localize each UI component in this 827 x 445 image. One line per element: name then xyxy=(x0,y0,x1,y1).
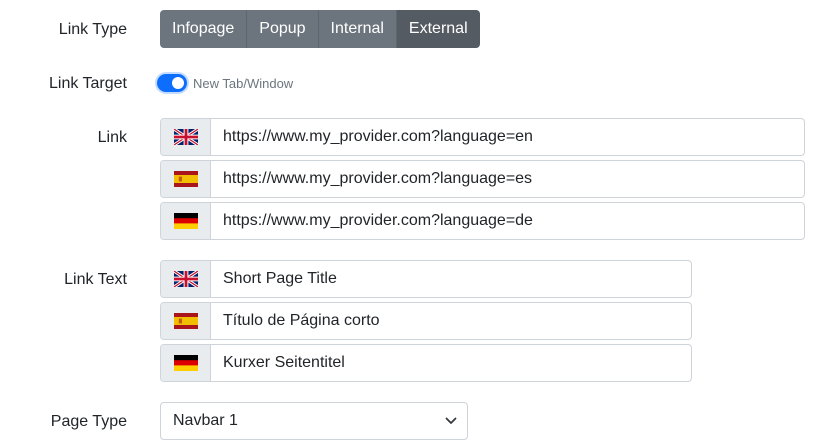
link-text-de-input[interactable]: Kurxer Seitentitel xyxy=(211,345,691,381)
link-url-en-input[interactable]: https://www.my_provider.com?language=en xyxy=(211,119,804,155)
germany-flag-icon xyxy=(173,355,198,371)
link-text-label: Link Text xyxy=(64,271,127,288)
link-type-popup-button[interactable]: Popup xyxy=(247,10,319,48)
link-input-group-es: https://www.my_provider.com?language=es xyxy=(160,160,805,198)
link-url-de-input[interactable]: https://www.my_provider.com?language=de xyxy=(211,203,804,239)
germany-flag-icon xyxy=(173,213,198,229)
link-text-es-input[interactable]: Título de Página corto xyxy=(211,303,691,339)
link-input-group-en: https://www.my_provider.com?language=en xyxy=(160,118,805,156)
flag-addon xyxy=(161,303,211,339)
link-text-input-group-de: Kurxer Seitentitel xyxy=(160,344,692,382)
spain-flag-icon xyxy=(173,313,198,329)
link-text-input-group-es: Título de Página corto xyxy=(160,302,692,340)
link-type-button-group: Infopage Popup Internal External xyxy=(160,10,480,48)
new-tab-switch-label: New Tab/Window xyxy=(193,76,294,91)
link-text-input-group-en: Short Page Title xyxy=(160,260,692,298)
switch-knob xyxy=(172,77,184,89)
new-tab-switch[interactable] xyxy=(157,74,187,92)
link-type-infopage-button[interactable]: Infopage xyxy=(160,10,248,48)
link-settings-form: Link Type Infopage Popup Internal Extern… xyxy=(0,0,827,445)
link-target-label: Link Target xyxy=(49,75,127,92)
page-type-label: Page Type xyxy=(50,413,127,430)
page-type-selected-value: Navbar 1 xyxy=(173,412,238,429)
link-type-internal-button[interactable]: Internal xyxy=(318,10,397,48)
flag-addon xyxy=(161,345,211,381)
flag-addon xyxy=(161,203,211,239)
flag-addon xyxy=(161,261,211,297)
page-type-select[interactable]: Navbar 1 xyxy=(160,402,468,440)
link-url-es-input[interactable]: https://www.my_provider.com?language=es xyxy=(211,161,804,197)
flag-addon xyxy=(161,161,211,197)
spain-flag-icon xyxy=(173,171,198,187)
link-label: Link xyxy=(97,129,127,146)
link-type-label: Link Type xyxy=(58,21,127,38)
uk-flag-icon xyxy=(173,271,198,287)
link-type-external-button[interactable]: External xyxy=(396,10,480,48)
uk-flag-icon xyxy=(173,129,198,145)
chevron-down-icon xyxy=(445,417,457,424)
flag-addon xyxy=(161,119,211,155)
link-text-en-input[interactable]: Short Page Title xyxy=(211,261,691,297)
link-input-group-de: https://www.my_provider.com?language=de xyxy=(160,202,805,240)
